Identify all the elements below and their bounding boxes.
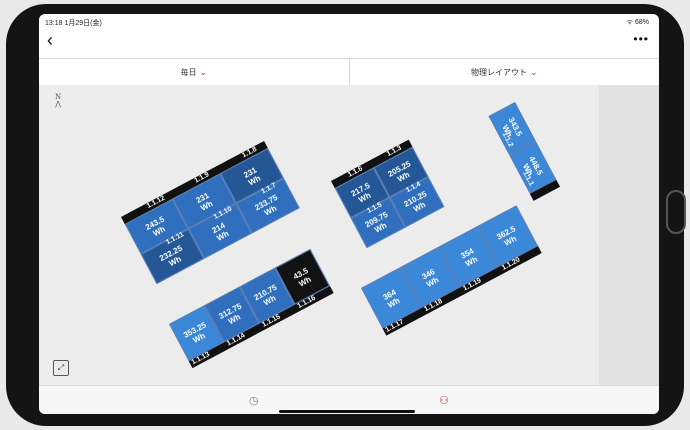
home-button [666,190,686,234]
status-time: 13:18 1月29日(金) [45,20,102,27]
chevron-down-icon: ⌄ [199,67,208,77]
period-dropdown[interactable]: 毎日 ⌄ [39,59,350,85]
layout-label: 物理レイアウト [470,68,527,77]
north-arrow-icon: ⋀ [55,100,61,108]
chevron-down-icon: ⌄ [529,67,538,77]
layout-dropdown[interactable]: 物理レイアウト ⌄ [350,59,660,85]
nav-bar: ‹ ••• [39,28,659,54]
view-selector: 毎日 ⌄ 物理レイアウト ⌄ [39,58,659,86]
period-label: 毎日 [180,68,197,77]
network-icon[interactable]: ⚇ [439,394,449,407]
screen: 13:18 1月29日(金) ᯤ 68% ‹ ••• 毎日 ⌄ 物理レイアウト ⌄ … [39,14,659,414]
more-icon[interactable]: ••• [633,32,649,46]
clock-icon[interactable]: ◷ [249,394,259,407]
battery-indicator: ᯤ 68% [626,19,649,26]
back-icon[interactable]: ‹ [47,30,53,50]
fit-to-screen-icon[interactable]: ⤢ [53,360,69,376]
compass-icon: N ⋀ [55,94,61,108]
home-indicator [279,410,415,413]
canvas-side-panel [599,85,659,385]
